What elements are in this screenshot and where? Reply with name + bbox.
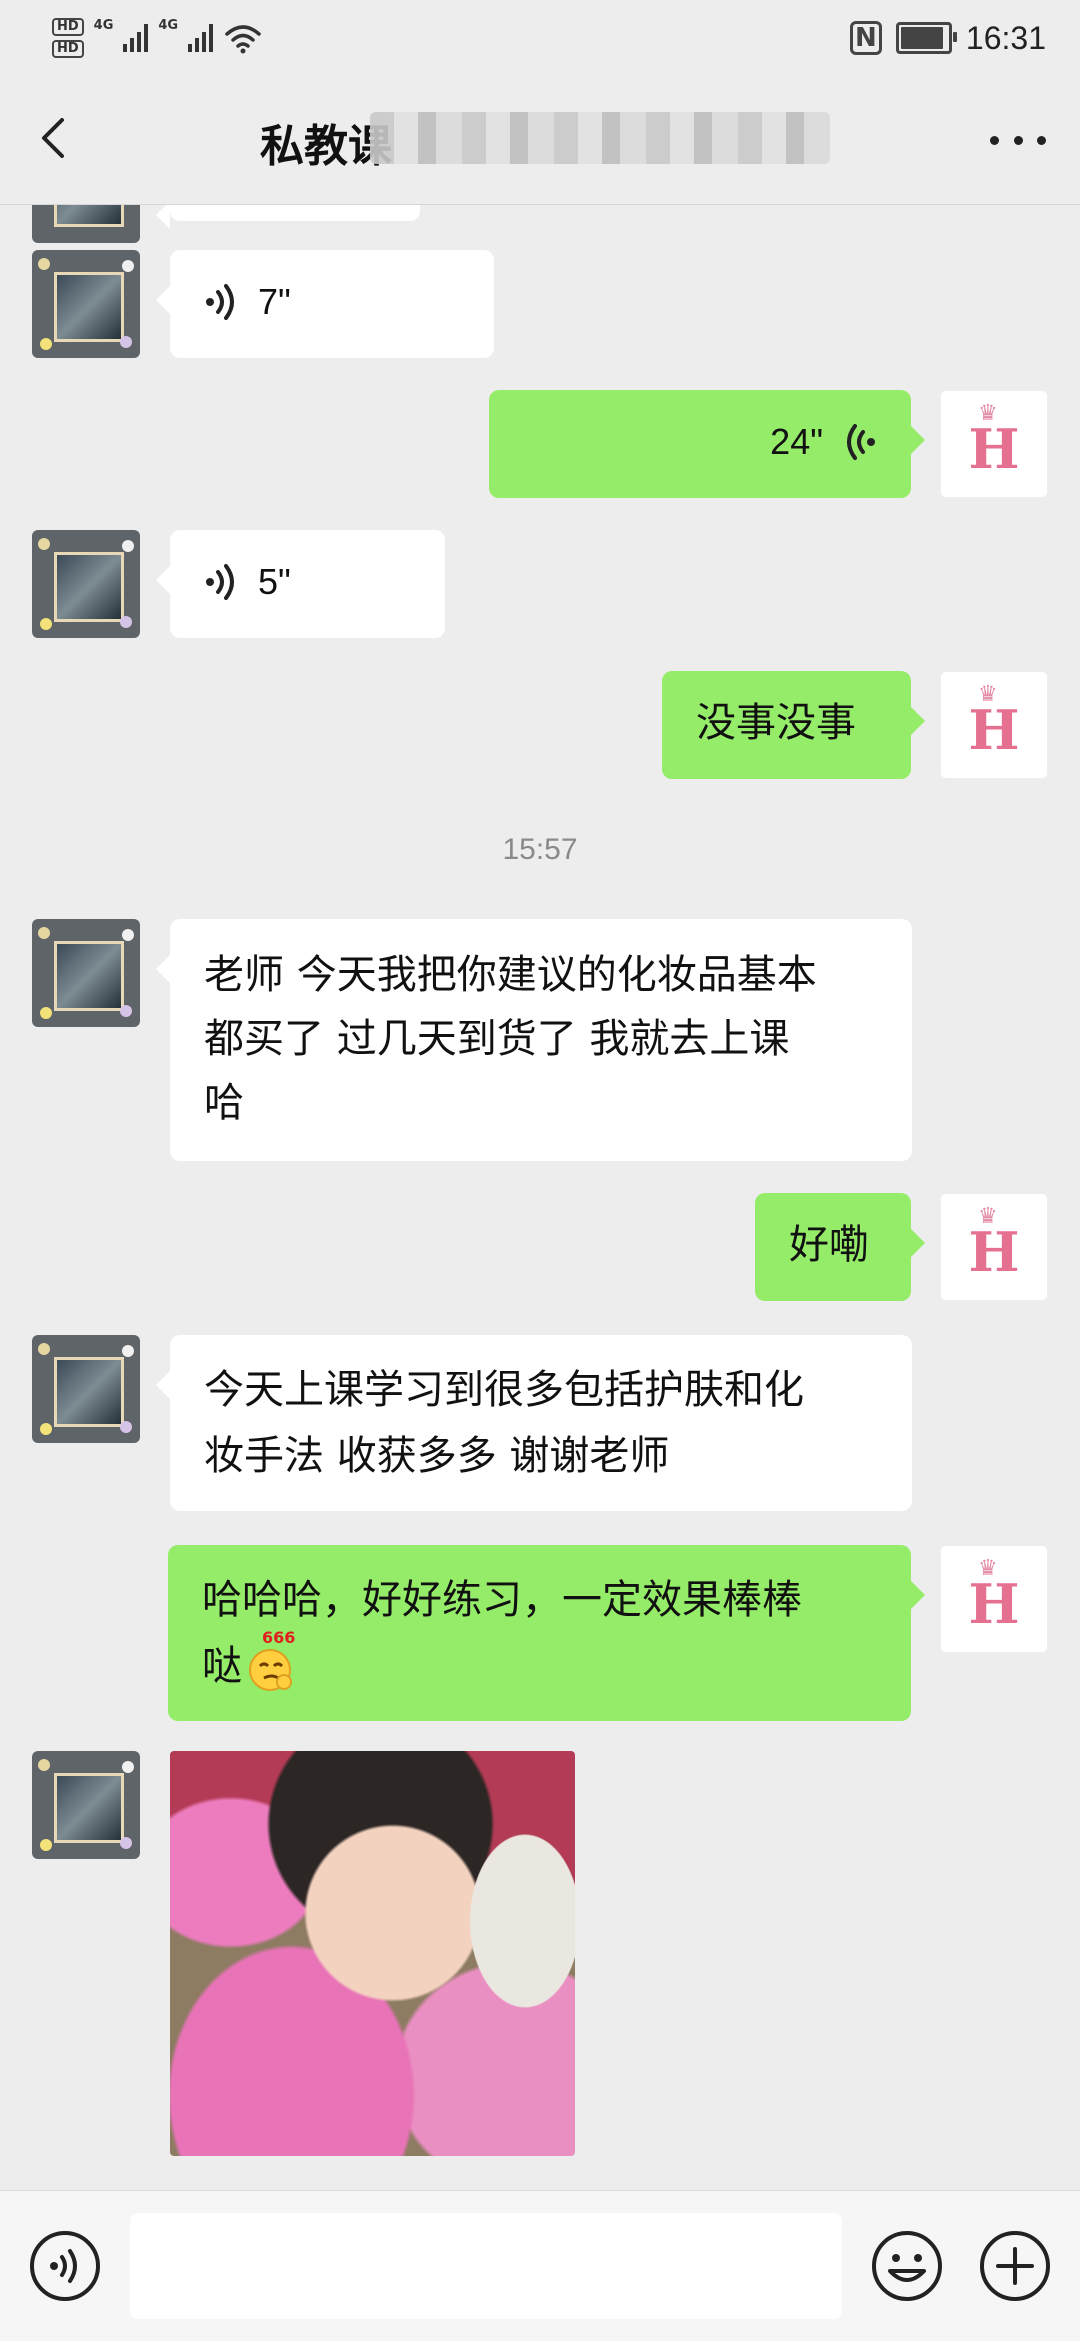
message-line: 哈	[204, 1080, 244, 1126]
text-message-bubble[interactable]: 今天上课学习到很多包括护肤和化 妆手法 收获多多 谢谢老师	[156, 1335, 912, 1511]
voice-message-bubble[interactable]: 24"	[489, 390, 925, 498]
text-message-bubble[interactable]: 没事没事	[662, 671, 925, 779]
message-line: 妆手法 收获多多 谢谢老师	[204, 1433, 670, 1479]
message-line: 老师 今天我把你建议的化妆品基本	[204, 952, 817, 998]
voice-message-bubble[interactable]: 7"	[156, 250, 494, 358]
emoji-label: 666	[262, 1628, 296, 1647]
logo-letter: H	[968, 1572, 1020, 1636]
message-text: 没事没事	[696, 700, 856, 746]
hd-badge: HD	[52, 18, 84, 36]
timestamp: 15:57	[502, 833, 578, 866]
voice-input-toggle-icon[interactable]	[28, 2229, 102, 2303]
message-list[interactable]: 7" ♛ H 24" 5" ♛ H 没事没事 15:57 老师 今天我把你建议的…	[0, 205, 1080, 2190]
message-line: 今天上课学习到很多包括护肤和化	[204, 1367, 804, 1413]
contact-avatar[interactable]	[32, 205, 140, 243]
text-message-bubble[interactable]: 哈哈哈，好好练习，一定效果棒棒 哒 666	[168, 1545, 925, 1721]
signal-indicators: HD HD 4G 4G	[52, 14, 263, 62]
voice-duration: 7"	[258, 281, 291, 322]
image-message[interactable]	[170, 1751, 575, 2156]
text-message-bubble[interactable]: 老师 今天我把你建议的化妆品基本 都买了 过几天到货了 我就去上课 哈	[156, 919, 912, 1161]
contact-avatar[interactable]	[32, 919, 140, 1027]
message-input[interactable]	[130, 2213, 842, 2319]
text-message-bubble[interactable]: 好嘞	[755, 1193, 925, 1301]
contact-avatar[interactable]	[32, 250, 140, 358]
voice-wave-icon	[206, 284, 234, 320]
signal-bars-icon	[123, 24, 149, 52]
my-avatar[interactable]: ♛ H	[940, 1193, 1048, 1301]
my-avatar[interactable]: ♛ H	[940, 1545, 1048, 1653]
voice-wave-icon	[206, 564, 234, 600]
more-options-icon[interactable]	[990, 128, 1046, 152]
wifi-icon	[225, 25, 261, 54]
emoji-icon[interactable]	[870, 2229, 944, 2303]
my-avatar[interactable]: ♛ H	[940, 390, 1048, 498]
network-type-label: 4G	[158, 18, 179, 33]
voice-duration: 24"	[770, 421, 823, 462]
redacted-name-blur	[370, 112, 830, 164]
logo-letter: H	[968, 1220, 1020, 1284]
voice-duration: 5"	[258, 561, 291, 602]
status-bar: HD HD 4G 4G N 16:31	[0, 0, 1080, 72]
hd-badges: HD HD	[52, 18, 84, 58]
message-text: 好嘞	[789, 1222, 869, 1268]
emoji-666-icon: 666	[246, 1630, 298, 1692]
signal-bars-icon	[188, 24, 214, 52]
status-right: N 16:31	[849, 14, 1046, 62]
contact-avatar[interactable]	[32, 1335, 140, 1443]
message-line: 哈哈哈，好好练习，一定效果棒棒	[202, 1577, 802, 1623]
battery-icon	[895, 22, 957, 54]
message-line: 哒	[202, 1643, 242, 1689]
clock: 16:31	[965, 19, 1046, 56]
voice-wave-icon	[847, 424, 875, 460]
network-type-label: 4G	[93, 18, 114, 33]
my-avatar[interactable]: ♛ H	[940, 671, 1048, 779]
nfc-icon: N	[849, 21, 882, 55]
logo-letter: H	[968, 417, 1020, 481]
contact-avatar[interactable]	[32, 1751, 140, 1859]
back-arrow-icon[interactable]	[34, 116, 78, 160]
hd-badge: HD	[52, 40, 84, 58]
message-line-with-emoji: 哒 666	[202, 1630, 877, 1699]
plus-icon[interactable]	[978, 2229, 1052, 2303]
input-bar	[0, 2190, 1080, 2341]
chat-header: 私教课	[0, 72, 1080, 205]
logo-letter: H	[968, 698, 1020, 762]
partial-message-bubble[interactable]	[156, 205, 420, 229]
voice-message-bubble[interactable]: 5"	[156, 530, 445, 638]
message-line: 都买了 过几天到货了 我就去上课	[204, 1016, 790, 1062]
contact-avatar[interactable]	[32, 530, 140, 638]
